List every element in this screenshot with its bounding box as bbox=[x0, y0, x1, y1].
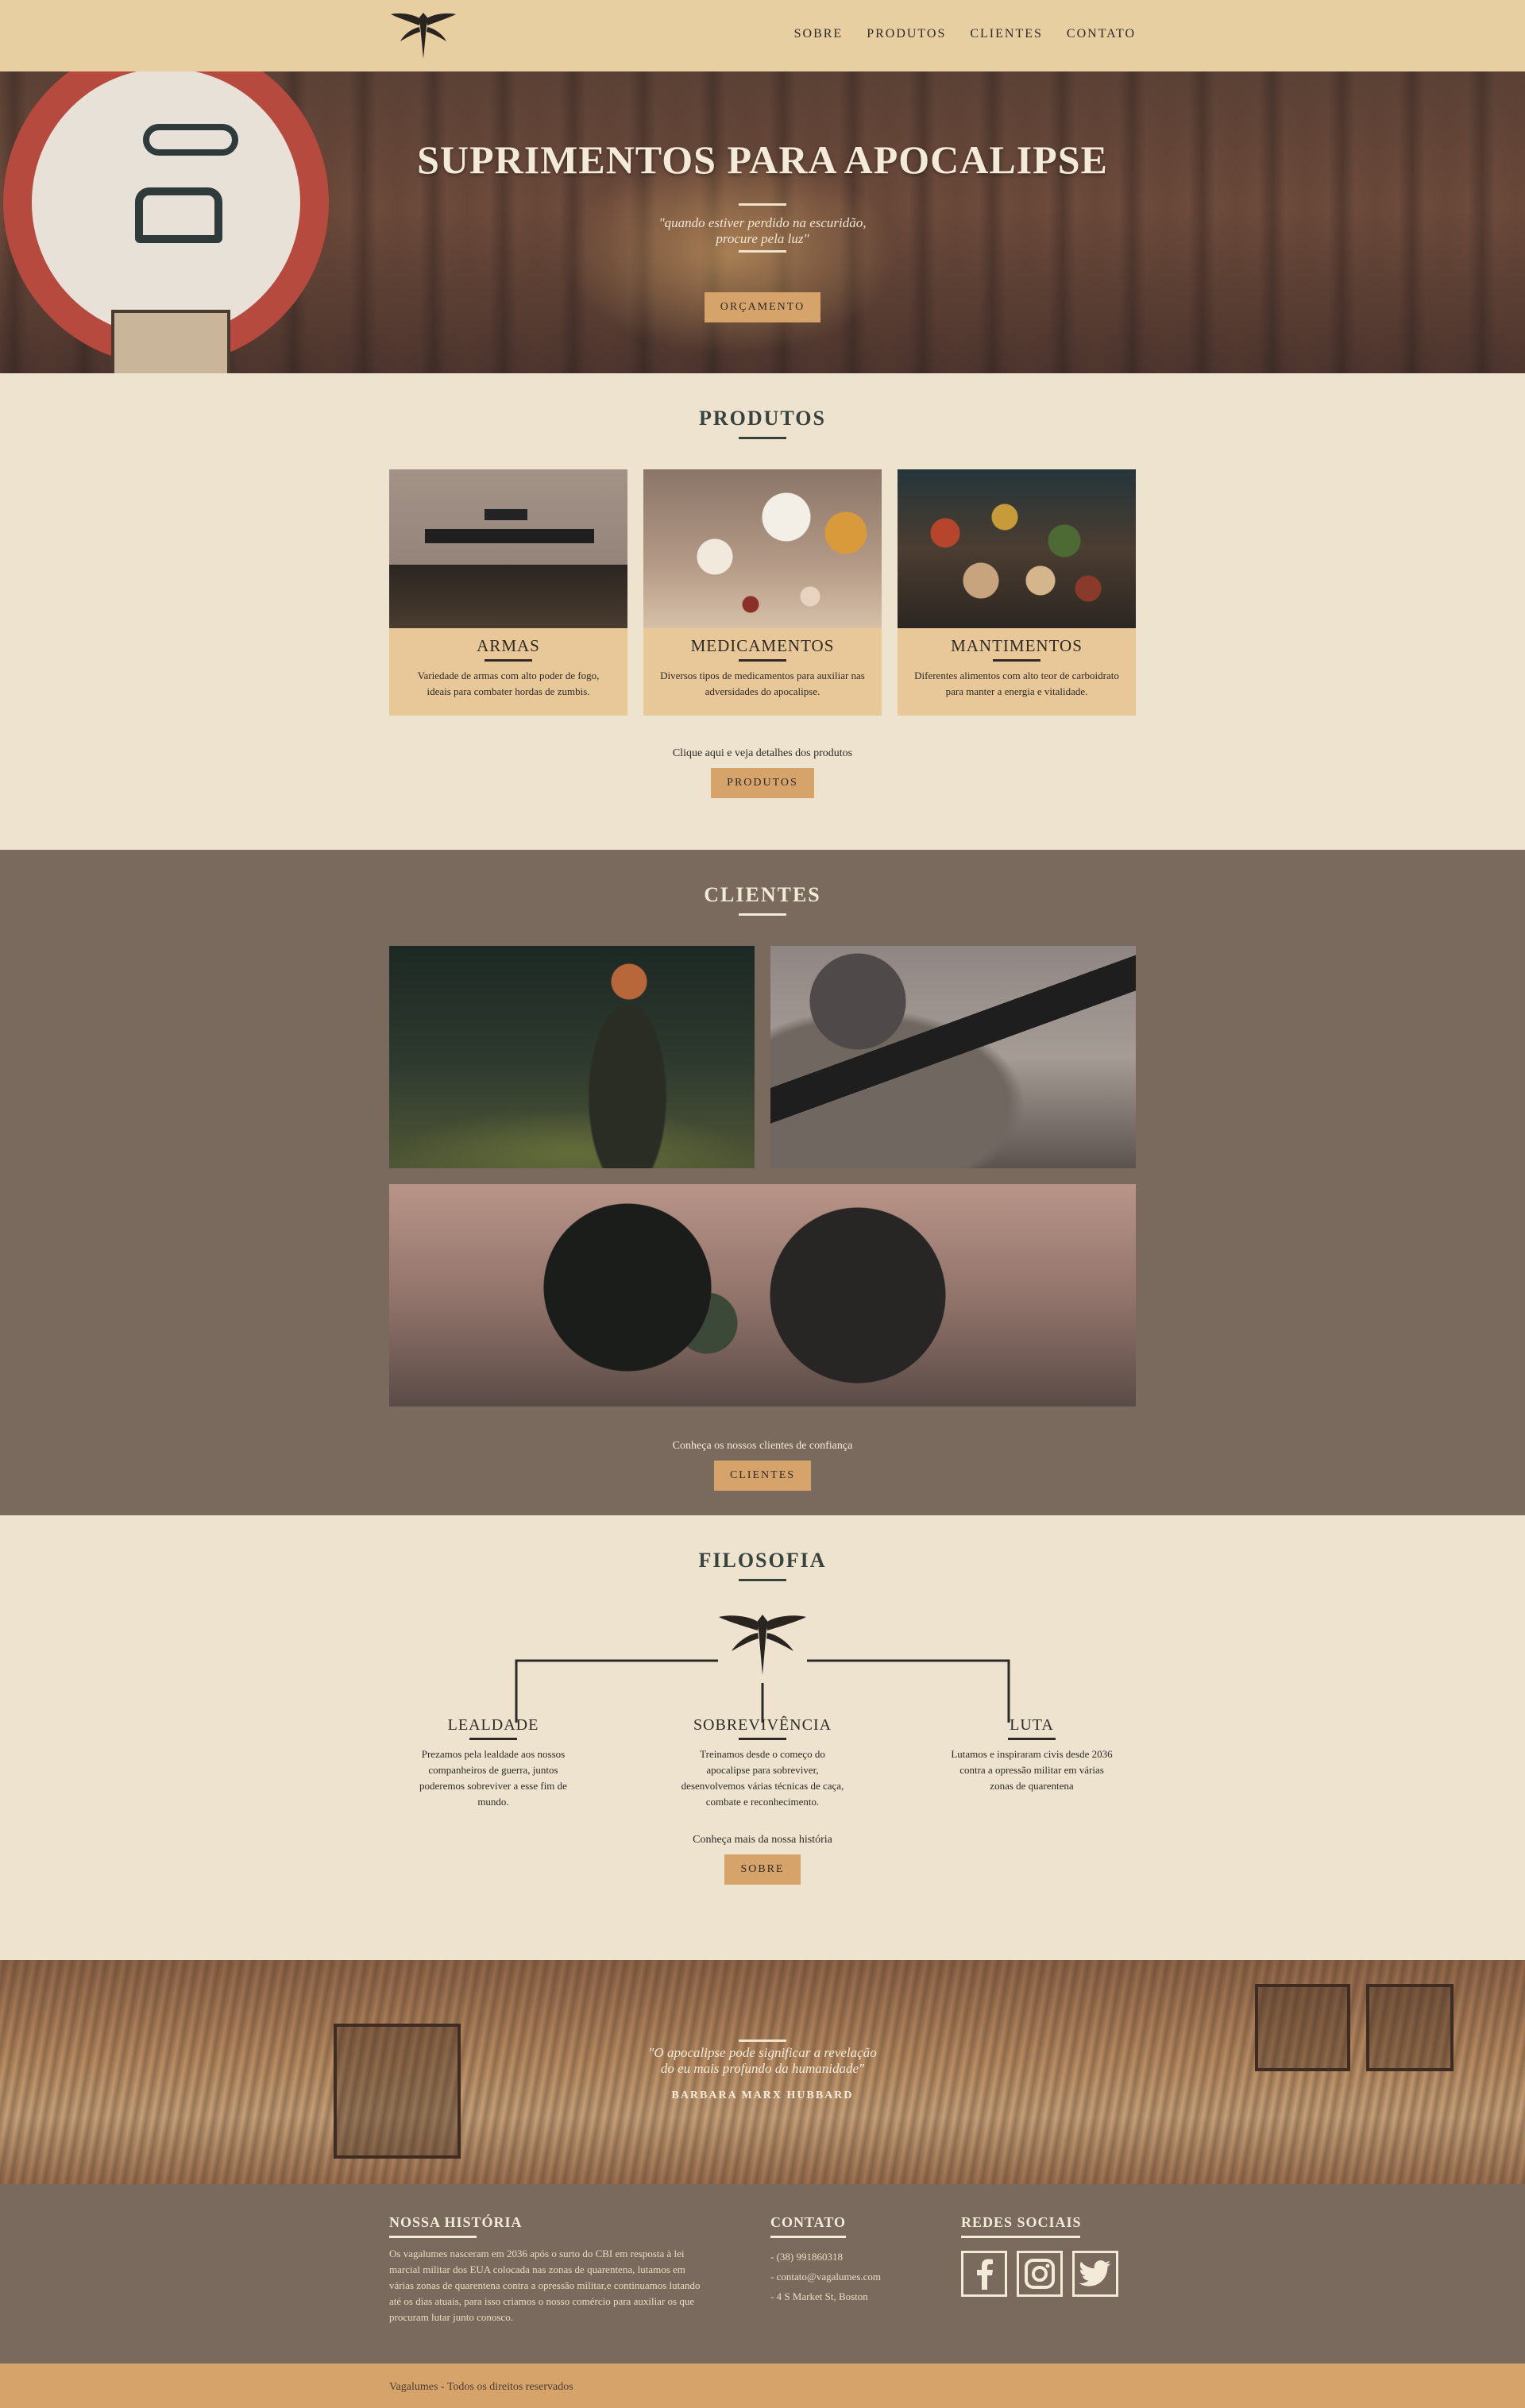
filosofia-section: FILOSOFIA LEALDADE Prezamos pela lealdad… bbox=[0, 1515, 1525, 1960]
nav-link-produtos[interactable]: PRODUTOS bbox=[867, 27, 946, 41]
produtos-section: PRODUTOS ARMAS Variedade de armas com al… bbox=[0, 373, 1525, 850]
rifle-image bbox=[389, 469, 627, 628]
twitter-icon[interactable] bbox=[1072, 2251, 1118, 2297]
pillar-text: Lutamos e inspiraram civis desde 2036 co… bbox=[951, 1748, 1113, 1792]
client-photo-soldier bbox=[770, 946, 1136, 1168]
contact-address: - 4 S Market St, Boston bbox=[770, 2290, 868, 2302]
sobre-button[interactable]: SOBRE bbox=[724, 1854, 801, 1885]
quote-divider bbox=[739, 2039, 786, 2042]
philosophy-tree bbox=[389, 1611, 1136, 1746]
product-card-armas[interactable]: ARMAS Variedade de armas com alto poder … bbox=[389, 469, 627, 716]
footer-divider bbox=[770, 2236, 846, 2238]
nav-link-sobre[interactable]: SOBRE bbox=[794, 27, 844, 41]
food-image bbox=[898, 469, 1136, 628]
copyright-text: Vagalumes - Todos os direitos reservados bbox=[389, 2381, 573, 2393]
footer-divider bbox=[389, 2236, 477, 2238]
clientes-title-divider bbox=[739, 913, 786, 916]
footer-contato: CONTATO - (38) 991860318 - contato@vagal… bbox=[770, 2214, 961, 2325]
contact-email[interactable]: - contato@vagalumes.com bbox=[770, 2269, 961, 2285]
medicine-image bbox=[643, 469, 882, 628]
produtos-button[interactable]: PRODUTOS bbox=[711, 768, 814, 798]
footer-redes: REDES SOCIAIS bbox=[961, 2214, 1118, 2325]
hero-title: SUPRIMENTOS PARA APOCALIPSE bbox=[417, 137, 1108, 182]
site-footer: NOSSA HISTÓRIA Os vagalumes nasceram em … bbox=[0, 2184, 1525, 2364]
nav-link-contato[interactable]: CONTATO bbox=[1067, 27, 1136, 41]
produtos-title-divider bbox=[739, 437, 786, 439]
product-card-mantimentos[interactable]: MANTIMENTOS Diferentes alimentos com alt… bbox=[898, 469, 1136, 716]
firefly-emblem-icon bbox=[719, 1615, 806, 1675]
pillar-text: Treinamos desde o começo do apocalipse p… bbox=[681, 1748, 844, 1808]
quote-text: "O apocalipse pode significar a revelaçã… bbox=[0, 2045, 1525, 2077]
clientes-section: CLIENTES Conheça os nossos clientes de c… bbox=[0, 850, 1525, 1515]
clientes-cta-text: Conheça os nossos clientes de confiança bbox=[672, 1440, 853, 1452]
client-photo-gas-masks bbox=[389, 1184, 1136, 1407]
footer-historia: NOSSA HISTÓRIA Os vagalumes nasceram em … bbox=[389, 2214, 770, 2325]
site-header: SOBRE PRODUTOS CLIENTES CONTATO bbox=[0, 0, 1525, 71]
footer-historia-text: Os vagalumes nasceram em 2036 após o sur… bbox=[389, 2248, 701, 2323]
client-photo-woman-rifle bbox=[389, 946, 755, 1168]
instagram-icon[interactable] bbox=[1017, 2251, 1063, 2297]
product-card-medicamentos[interactable]: MEDICAMENTOS Diversos tipos de medicamen… bbox=[643, 469, 882, 716]
quote-banner: "O apocalipse pode significar a revelaçã… bbox=[0, 1960, 1525, 2184]
hero-divider bbox=[739, 203, 786, 206]
filosofia-title: FILOSOFIA bbox=[698, 1549, 827, 1572]
quote-line1: "O apocalipse pode significar a revelaçã… bbox=[648, 2045, 877, 2060]
hero-quote-line2: procure pela luz" bbox=[716, 231, 809, 246]
card-title: ARMAS bbox=[477, 636, 540, 655]
filosofia-cta-text: Conheça mais da nossa história bbox=[693, 1834, 832, 1846]
firefly-logo-icon[interactable] bbox=[389, 10, 458, 62]
hero-divider-bottom bbox=[739, 250, 786, 253]
main-nav: SOBRE PRODUTOS CLIENTES CONTATO bbox=[794, 27, 1136, 41]
card-text: Variedade de armas com alto poder de fog… bbox=[417, 670, 600, 697]
card-title: MANTIMENTOS bbox=[951, 636, 1083, 655]
pillar-text: Prezamos pela lealdade aos nossos compan… bbox=[419, 1748, 567, 1808]
nav-link-clientes[interactable]: CLIENTES bbox=[970, 27, 1043, 41]
orcamento-button[interactable]: ORÇAMENTO bbox=[704, 292, 821, 322]
filosofia-title-divider bbox=[739, 1579, 786, 1581]
produtos-cta-text: Clique aqui e veja detalhes dos produtos bbox=[672, 747, 853, 759]
copyright-bar: Vagalumes - Todos os direitos reservados bbox=[0, 2364, 1525, 2408]
hero-quote: "quando estiver perdido na escuridão, pr… bbox=[0, 215, 1525, 247]
card-text: Diversos tipos de medicamentos para auxi… bbox=[660, 670, 865, 697]
card-title: MEDICAMENTOS bbox=[690, 636, 835, 655]
quote-line2: do eu mais profundo da humanidade" bbox=[660, 2061, 865, 2076]
produtos-title: PRODUTOS bbox=[699, 407, 826, 430]
footer-contato-title: CONTATO bbox=[770, 2214, 847, 2230]
hero-banner: SUPRIMENTOS PARA APOCALIPSE "quando esti… bbox=[0, 71, 1525, 373]
facebook-icon[interactable] bbox=[961, 2251, 1007, 2297]
footer-historia-title: NOSSA HISTÓRIA bbox=[389, 2214, 523, 2230]
footer-divider bbox=[961, 2236, 1080, 2238]
card-text: Diferentes alimentos com alto teor de ca… bbox=[914, 670, 1119, 697]
clientes-button[interactable]: CLIENTES bbox=[713, 1461, 812, 1491]
contact-phone[interactable]: - (38) 991860318 bbox=[770, 2249, 961, 2265]
footer-redes-title: REDES SOCIAIS bbox=[961, 2214, 1082, 2230]
quote-author: BARBARA MARX HUBBARD bbox=[671, 2090, 854, 2101]
clientes-title: CLIENTES bbox=[704, 883, 821, 906]
hero-quote-line1: "quando estiver perdido na escuridão, bbox=[658, 215, 867, 230]
